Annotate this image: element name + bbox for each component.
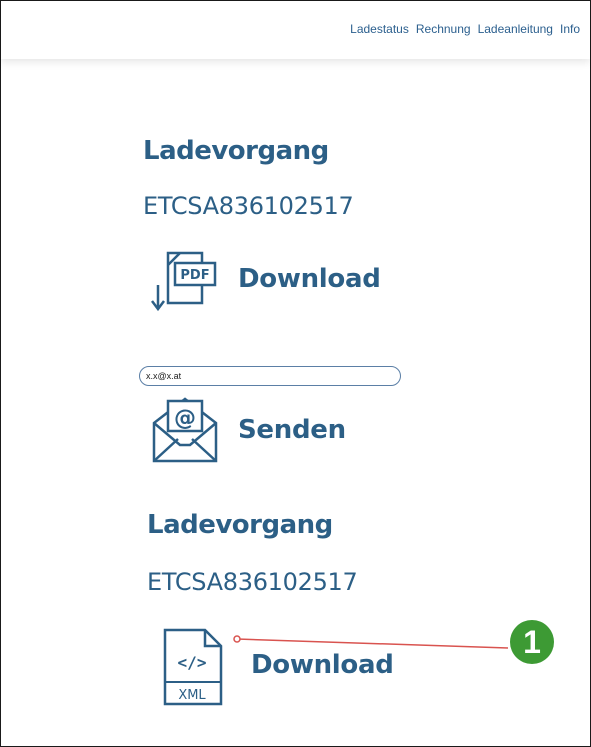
- email-envelope-icon: @: [152, 397, 218, 463]
- pdf-file-icon: PDF: [151, 251, 217, 312]
- pdf-icon-text: PDF: [180, 268, 209, 283]
- send-email-button[interactable]: @ Senden: [150, 393, 380, 468]
- nav-ladestatus[interactable]: Ladestatus: [350, 22, 409, 36]
- nav-ladeanleitung[interactable]: Ladeanleitung: [478, 22, 553, 36]
- email-input[interactable]: [139, 366, 401, 386]
- section1-heading: Ladevorgang: [143, 136, 329, 166]
- nav-rechnung[interactable]: Rechnung: [416, 22, 471, 36]
- xml-icon-text: XML: [178, 688, 206, 703]
- xml-code-text: </>: [178, 653, 207, 672]
- xml-file-icon: </> XML: [163, 628, 223, 706]
- xml-download-button[interactable]: </> XML Download: [163, 628, 403, 708]
- svg-text:@: @: [174, 406, 196, 431]
- section2-heading: Ladevorgang: [147, 510, 333, 540]
- section1-session-id: ETCSA836102517: [143, 192, 354, 220]
- section2-session-id: ETCSA836102517: [147, 568, 358, 596]
- top-navigation-bar: Ladestatus Rechnung Ladeanleitung Info: [1, 1, 590, 59]
- nav-info[interactable]: Info: [560, 22, 580, 36]
- annotation-badge: 1: [510, 620, 554, 664]
- send-email-label: Senden: [238, 415, 346, 445]
- pdf-download-button[interactable]: PDF Download: [150, 245, 381, 315]
- pdf-download-label: Download: [238, 264, 381, 294]
- xml-download-label: Download: [251, 650, 394, 680]
- nav-menu: Ladestatus Rechnung Ladeanleitung Info: [350, 22, 580, 36]
